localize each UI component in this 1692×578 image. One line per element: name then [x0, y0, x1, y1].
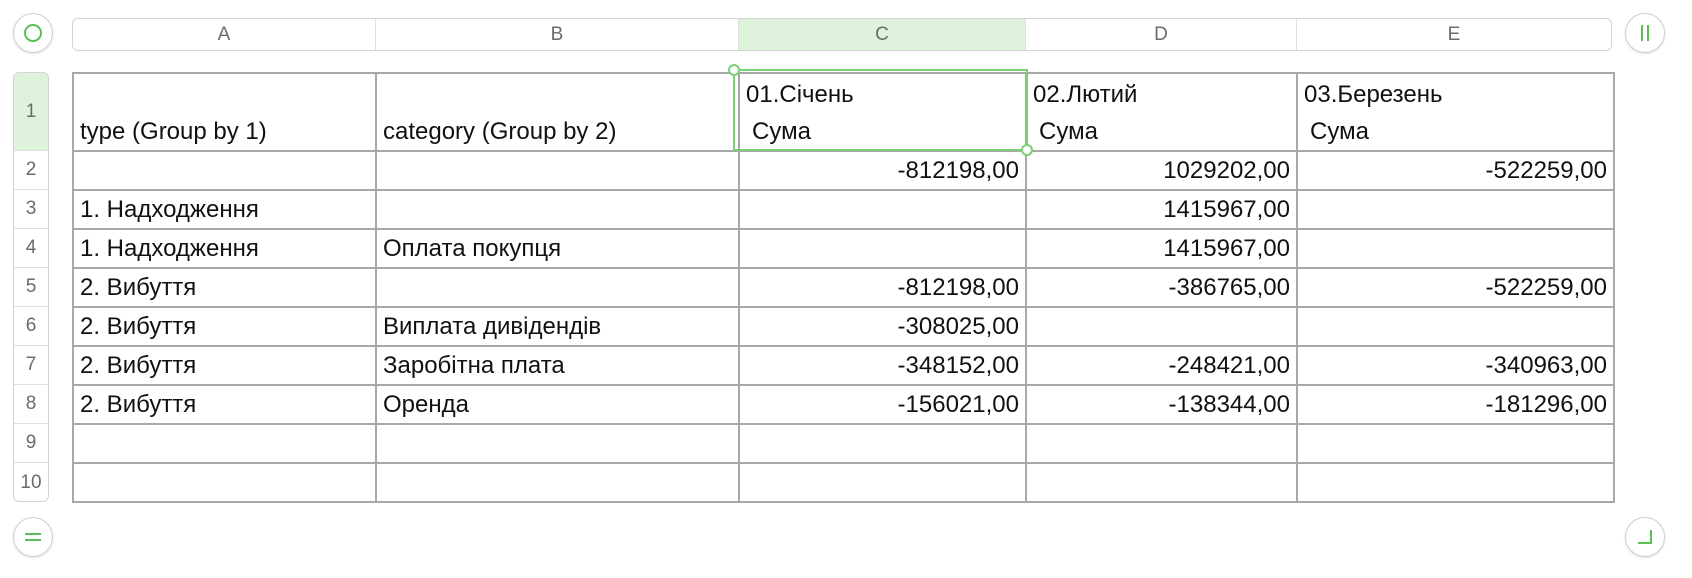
header-month-label: 02.Лютий — [1033, 81, 1138, 108]
header-sum-label: Сума — [1039, 118, 1098, 145]
cell-a3[interactable]: 1. Надходження — [72, 189, 377, 230]
cell-e4[interactable] — [1296, 228, 1615, 269]
row-header-9[interactable]: 9 — [14, 424, 48, 463]
cell-a6[interactable]: 2. Вибуття — [72, 306, 377, 347]
circle-icon — [24, 24, 42, 42]
cell-b8[interactable]: Оренда — [375, 384, 740, 425]
cell-e3[interactable] — [1296, 189, 1615, 230]
cell-b6[interactable]: Виплата дивідендів — [375, 306, 740, 347]
row-header-3[interactable]: 3 — [14, 190, 48, 229]
column-header-e[interactable]: E — [1297, 19, 1611, 50]
cell-d9[interactable] — [1025, 423, 1298, 464]
cell-c10[interactable] — [738, 462, 1027, 503]
cell-d4[interactable]: 1415967,00 — [1025, 228, 1298, 269]
cell-d6[interactable] — [1025, 306, 1298, 347]
spreadsheet-table: type (Group by 1) category (Group by 2) … — [72, 72, 1615, 503]
row-header-5[interactable]: 5 — [14, 268, 48, 307]
table-row: 1. Надходження Оплата покупця 1415967,00 — [72, 228, 1615, 269]
cell-d10[interactable] — [1025, 462, 1298, 503]
cell-e6[interactable] — [1296, 306, 1615, 347]
header-month-label: 01.Січень — [746, 81, 854, 108]
row-header-1[interactable]: 1 — [14, 73, 48, 151]
table-row: 2. Вибуття Заробітна плата -348152,00 -2484… — [72, 345, 1615, 386]
cell-a1[interactable]: type (Group by 1) — [72, 72, 377, 152]
table-row — [72, 423, 1615, 464]
row-header-7[interactable]: 7 — [14, 346, 48, 385]
cell-c6[interactable]: -308025,00 — [738, 306, 1027, 347]
cell-c9[interactable] — [738, 423, 1027, 464]
table-row: 2. Вибуття Оренда -156021,00 -138344,00 -181… — [72, 384, 1615, 425]
cell-b7[interactable]: Заробітна плата — [375, 345, 740, 386]
cell-e1[interactable]: 03.Березень Сума — [1296, 72, 1615, 152]
select-all-button[interactable] — [13, 13, 53, 53]
row-header-10[interactable]: 10 — [14, 463, 48, 501]
cell-e9[interactable] — [1296, 423, 1615, 464]
cell-a5[interactable]: 2. Вибуття — [72, 267, 377, 308]
row-header-4[interactable]: 4 — [14, 229, 48, 268]
column-header-a[interactable]: A — [73, 19, 376, 50]
cell-e8[interactable]: -181296,00 — [1296, 384, 1615, 425]
cell-a7[interactable]: 2. Вибуття — [72, 345, 377, 386]
cell-d3[interactable]: 1415967,00 — [1025, 189, 1298, 230]
table-resize-button[interactable] — [1625, 517, 1665, 557]
table-row: 2. Вибуття Виплата дивідендів -308025,00 — [72, 306, 1615, 347]
cell-a9[interactable] — [72, 423, 377, 464]
cell-c1[interactable]: 01.Січень Сума — [738, 72, 1027, 152]
header-sum-label: Сума — [1310, 118, 1369, 145]
cell-a8[interactable]: 2. Вибуття — [72, 384, 377, 425]
column-header-bar: A B C D E — [72, 18, 1612, 51]
row-header-2[interactable]: 2 — [14, 151, 48, 190]
cell-d1[interactable]: 02.Лютий Сума — [1025, 72, 1298, 152]
cell-a2[interactable] — [72, 150, 377, 191]
cell-b9[interactable] — [375, 423, 740, 464]
cell-e5[interactable]: -522259,00 — [1296, 267, 1615, 308]
cell-b5[interactable] — [375, 267, 740, 308]
row-header-6[interactable]: 6 — [14, 307, 48, 346]
header-category-label: category (Group by 2) — [383, 118, 617, 145]
column-handle-button[interactable] — [1625, 13, 1665, 53]
cell-d7[interactable]: -248421,00 — [1025, 345, 1298, 386]
cell-b10[interactable] — [375, 462, 740, 503]
cell-b1[interactable]: category (Group by 2) — [375, 72, 740, 152]
cell-b2[interactable] — [375, 150, 740, 191]
cell-a10[interactable] — [72, 462, 377, 503]
cell-d8[interactable]: -138344,00 — [1025, 384, 1298, 425]
table-row — [72, 462, 1615, 503]
table-row: 1. Надходження 1415967,00 — [72, 189, 1615, 230]
column-header-d[interactable]: D — [1026, 19, 1297, 50]
header-type-label: type (Group by 1) — [80, 118, 267, 145]
table-header-row: type (Group by 1) category (Group by 2) … — [72, 72, 1615, 152]
cell-c8[interactable]: -156021,00 — [738, 384, 1027, 425]
cell-b4[interactable]: Оплата покупця — [375, 228, 740, 269]
table-row: 2. Вибуття -812198,00 -386765,00 -522259,00 — [72, 267, 1615, 308]
corner-resize-icon — [1638, 530, 1652, 544]
cell-e2[interactable]: -522259,00 — [1296, 150, 1615, 191]
equals-bars-icon — [25, 533, 41, 541]
cell-c7[interactable]: -348152,00 — [738, 345, 1027, 386]
column-header-c[interactable]: C — [739, 19, 1026, 50]
cell-c3[interactable] — [738, 189, 1027, 230]
table-row: -812198,00 1029202,00 -522259,00 — [72, 150, 1615, 191]
header-sum-label: Сума — [752, 118, 811, 145]
cell-e10[interactable] — [1296, 462, 1615, 503]
cell-e7[interactable]: -340963,00 — [1296, 345, 1615, 386]
cell-d5[interactable]: -386765,00 — [1025, 267, 1298, 308]
pause-bars-icon — [1641, 25, 1649, 41]
cell-c4[interactable] — [738, 228, 1027, 269]
cell-a4[interactable]: 1. Надходження — [72, 228, 377, 269]
cell-b3[interactable] — [375, 189, 740, 230]
row-header-8[interactable]: 8 — [14, 385, 48, 424]
column-header-b[interactable]: B — [376, 19, 739, 50]
cell-c2[interactable]: -812198,00 — [738, 150, 1027, 191]
cell-d2[interactable]: 1029202,00 — [1025, 150, 1298, 191]
row-handle-button[interactable] — [13, 517, 53, 557]
header-month-label: 03.Березень — [1304, 81, 1443, 108]
cell-c5[interactable]: -812198,00 — [738, 267, 1027, 308]
row-header-bar: 1 2 3 4 5 6 7 8 9 10 — [13, 72, 49, 502]
